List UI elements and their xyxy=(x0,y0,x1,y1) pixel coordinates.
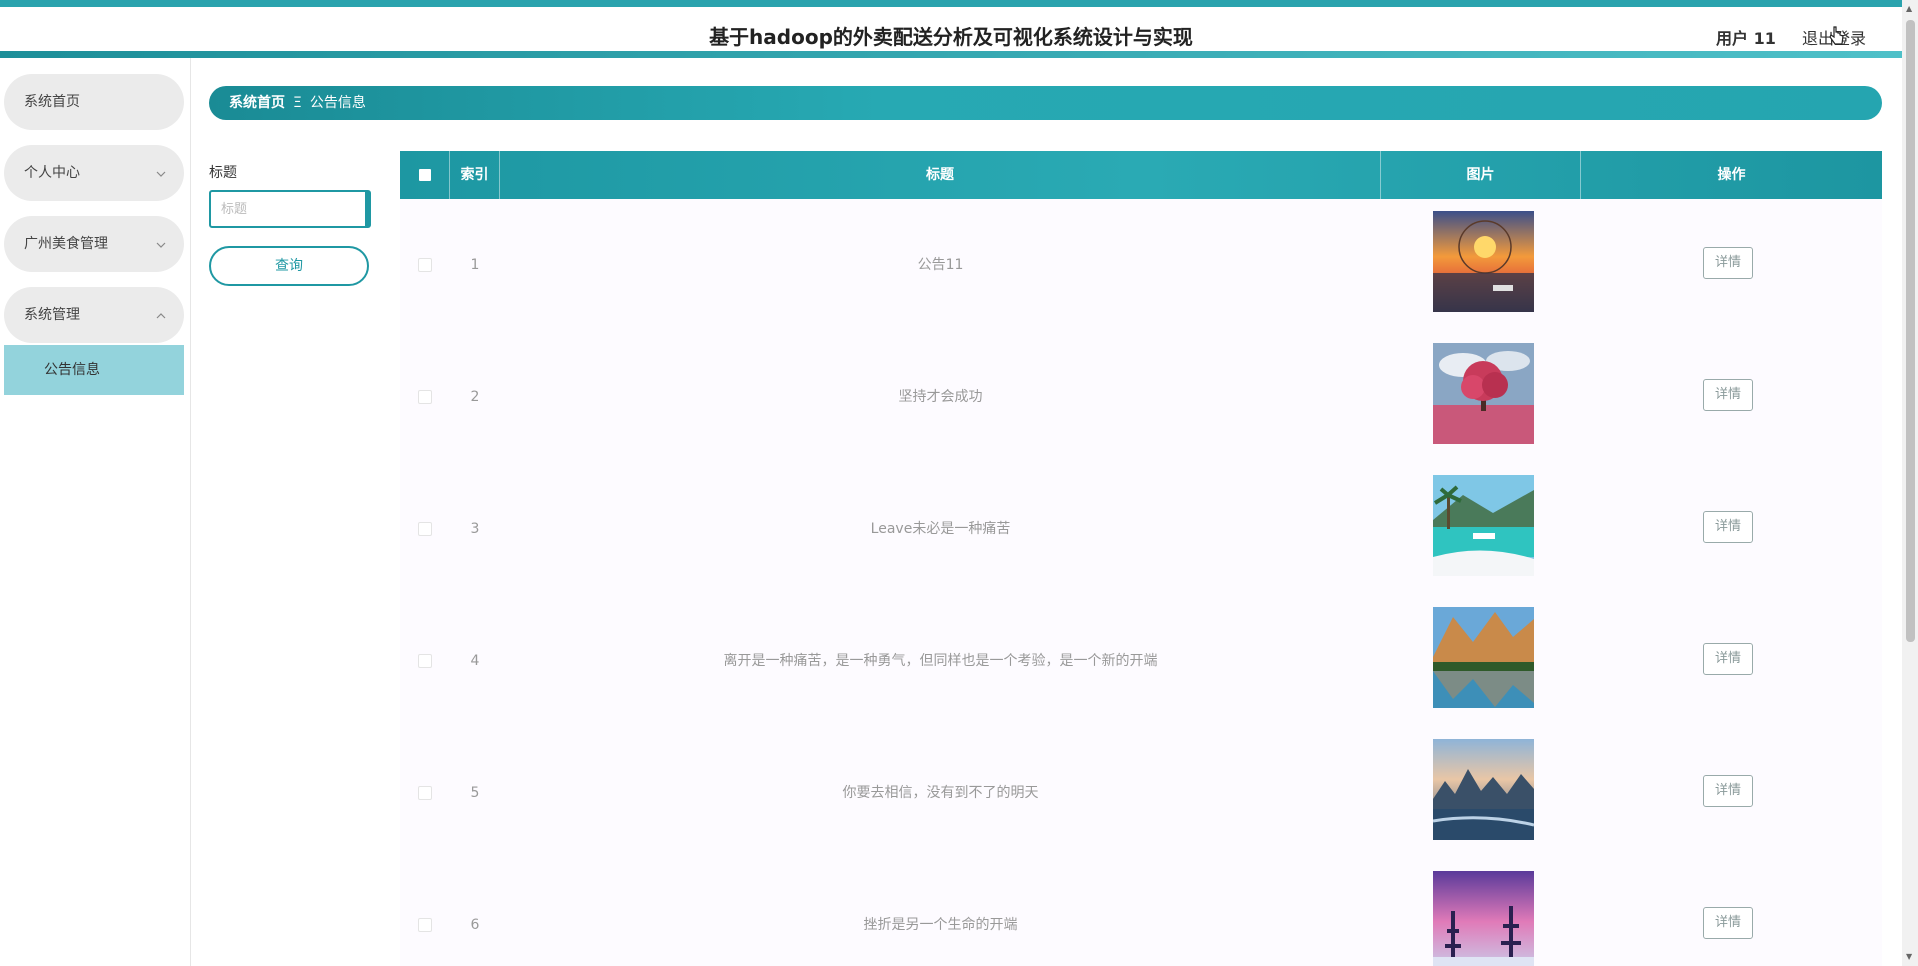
chevron-up-icon xyxy=(156,287,166,343)
detail-button[interactable]: 详情 xyxy=(1703,511,1753,543)
page-scrollbar[interactable]: ▲ ▼ xyxy=(1902,0,1918,966)
sidebar-item-personal-center[interactable]: 个人中心 xyxy=(4,145,184,201)
row-title: 挫折是另一个生命的开端 xyxy=(863,917,1018,933)
sidebar: 系统首页 个人中心 广州美食管理 系统管理 公告信息 xyxy=(0,58,191,966)
column-header-image: 图片 xyxy=(1381,151,1581,199)
scroll-down-arrow-icon[interactable]: ▼ xyxy=(1906,952,1912,961)
search-label: 标题 xyxy=(209,165,237,181)
table-row: 6 挫折是另一个生命的开端 详情 xyxy=(400,859,1882,966)
sidebar-item-label: 广州美食管理 xyxy=(24,236,108,252)
query-button[interactable]: 查询 xyxy=(209,246,369,286)
detail-button[interactable]: 详情 xyxy=(1703,907,1753,939)
breadcrumb-current: 公告信息 xyxy=(309,95,366,111)
app-title: 基于hadoop的外卖配送分析及可视化系统设计与实现 xyxy=(709,25,1193,49)
table-row: 2 坚持才会成功 详情 xyxy=(400,331,1882,463)
mouse-cursor-icon xyxy=(1828,25,1846,52)
detail-button[interactable]: 详情 xyxy=(1703,775,1753,807)
row-checkbox[interactable] xyxy=(400,727,450,859)
top-header: 基于hadoop的外卖配送分析及可视化系统设计与实现 用户 11 退出登录 xyxy=(0,0,1902,58)
table-row: 3 Leave未必是一种痛苦 详情 xyxy=(400,463,1882,595)
scroll-up-arrow-icon[interactable]: ▲ xyxy=(1906,4,1912,13)
row-checkbox[interactable] xyxy=(400,463,450,595)
table-header: 索引 标题 图片 操作 xyxy=(400,151,1882,199)
breadcrumb: 系统首页 Ξ 公告信息 xyxy=(209,86,1882,120)
sidebar-subitem-label: 公告信息 xyxy=(44,362,100,378)
row-checkbox[interactable] xyxy=(400,859,450,966)
thumbnail-image[interactable] xyxy=(1433,739,1534,840)
column-header-index: 索引 xyxy=(450,151,500,199)
detail-button[interactable]: 详情 xyxy=(1703,247,1753,279)
row-title: 坚持才会成功 xyxy=(898,389,983,405)
thumbnail-image[interactable] xyxy=(1433,475,1534,576)
breadcrumb-separator: Ξ xyxy=(293,95,302,111)
breadcrumb-home[interactable]: 系统首页 xyxy=(229,95,285,111)
row-index: 3 xyxy=(470,521,480,537)
thumbnail-image[interactable] xyxy=(1433,343,1534,444)
row-title: 你要去相信，没有到不了的明天 xyxy=(842,785,1039,801)
sidebar-item-label: 个人中心 xyxy=(24,165,80,181)
row-title: 离开是一种痛苦，是一种勇气，但同样也是一个考验，是一个新的开端 xyxy=(723,653,1158,669)
sidebar-subitem-announcements[interactable]: 公告信息 xyxy=(4,345,184,395)
row-index: 2 xyxy=(470,389,480,405)
row-title: 公告11 xyxy=(917,257,964,273)
sidebar-item-label: 系统管理 xyxy=(24,307,80,323)
sidebar-item-home[interactable]: 系统首页 xyxy=(4,74,184,130)
thumbnail-image[interactable] xyxy=(1433,607,1534,708)
thumbnail-image[interactable] xyxy=(1433,871,1534,966)
thumbnail-image[interactable] xyxy=(1433,211,1534,312)
row-title: Leave未必是一种痛苦 xyxy=(870,521,1011,537)
row-index: 4 xyxy=(470,653,480,669)
detail-button[interactable]: 详情 xyxy=(1703,379,1753,411)
row-checkbox[interactable] xyxy=(400,595,450,727)
table-row: 5 你要去相信，没有到不了的明天 详情 xyxy=(400,727,1882,859)
column-header-action: 操作 xyxy=(1717,167,1746,183)
sidebar-item-label: 系统首页 xyxy=(24,94,80,110)
row-checkbox[interactable] xyxy=(400,331,450,463)
detail-button[interactable]: 详情 xyxy=(1703,643,1753,675)
table-row: 4 离开是一种痛苦，是一种勇气，但同样也是一个考验，是一个新的开端 详情 xyxy=(400,595,1882,727)
user-name: 用户 11 xyxy=(1716,29,1776,48)
table-row: 1 公告11 详情 xyxy=(400,199,1882,331)
chevron-down-icon xyxy=(156,145,166,201)
select-all-checkbox[interactable] xyxy=(400,151,450,199)
header-accent-strip xyxy=(0,51,1902,58)
sidebar-item-system-management[interactable]: 系统管理 xyxy=(4,287,184,343)
sidebar-item-food-management[interactable]: 广州美食管理 xyxy=(4,216,184,272)
row-checkbox[interactable] xyxy=(400,199,450,331)
row-index: 6 xyxy=(470,917,480,933)
row-index: 5 xyxy=(470,785,480,801)
scrollbar-thumb[interactable] xyxy=(1906,20,1915,642)
title-search-input[interactable] xyxy=(209,190,371,228)
chevron-down-icon xyxy=(156,216,166,272)
announcement-table: 索引 标题 图片 操作 1 公告11 详情 2 坚持才会成功 详情 3 Leav… xyxy=(400,151,1882,966)
row-index: 1 xyxy=(470,257,480,273)
column-header-title: 标题 xyxy=(500,151,1381,199)
